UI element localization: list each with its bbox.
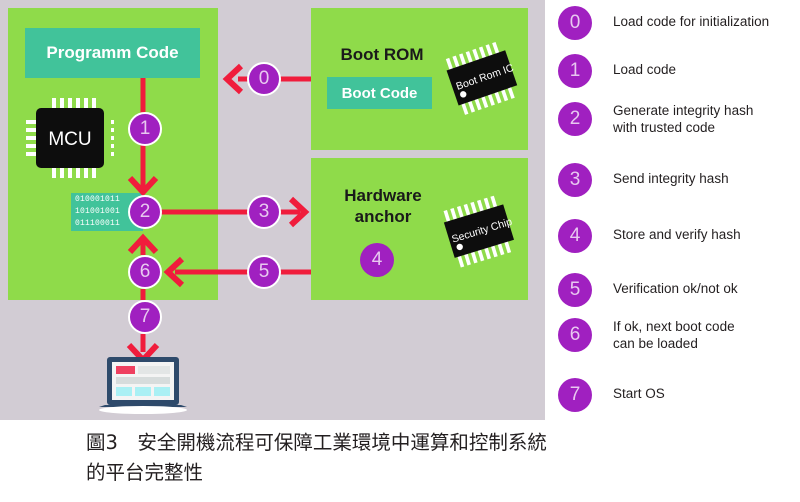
security-chip-icon: Security Chip — [435, 190, 527, 272]
flow-step-1[interactable]: 1 — [128, 112, 162, 146]
diagram-canvas: Programm Code MCU 010001011 101001001 01… — [0, 0, 545, 420]
legend-badge-5: 5 — [558, 273, 592, 307]
legend-item-4: 4 Store and verify hash — [558, 219, 800, 261]
screenshot-root: Programm Code MCU 010001011 101001001 01… — [0, 0, 800, 502]
legend-item-5: 5 Verification ok/not ok — [558, 273, 800, 315]
legend-panel: 0 Load code for initialization 1 Load co… — [545, 0, 800, 420]
legend-label-5: Verification ok/not ok — [613, 281, 738, 296]
flow-step-3[interactable]: 3 — [247, 195, 281, 229]
legend-badge-0: 0 — [558, 6, 592, 40]
flow-step-5[interactable]: 5 — [247, 255, 281, 289]
legend-label-7: Start OS — [613, 386, 665, 401]
legend-badge-3: 3 — [558, 163, 592, 197]
legend-badge-6: 6 — [558, 318, 592, 352]
legend-label-6: If ok, next boot code can be loaded — [613, 319, 735, 351]
laptop-icon — [97, 355, 189, 415]
flow-step-4[interactable]: 4 — [360, 243, 394, 277]
hardware-anchor-title-line2: anchor — [354, 207, 412, 226]
legend-item-1: 1 Load code — [558, 54, 800, 96]
legend-item-7: 7 Start OS — [558, 378, 800, 420]
figure-caption-line1: 圖3 安全開機流程可保障工業環境中運算和控制系統 — [86, 431, 547, 454]
legend-badge-4: 4 — [558, 219, 592, 253]
hardware-anchor-title-line1: Hardware — [344, 186, 422, 205]
legend-label-2: Generate integrity hash with trusted cod… — [613, 103, 754, 135]
flow-step-2[interactable]: 2 — [128, 195, 162, 229]
flow-step-0[interactable]: 0 — [247, 62, 281, 96]
flow-step-7[interactable]: 7 — [128, 300, 162, 334]
boot-rom-title: Boot ROM — [340, 45, 424, 64]
boot-rom-ic-chip-icon: Boot Rom IC — [440, 38, 526, 118]
svg-text:MCU: MCU — [48, 129, 91, 150]
legend-item-3: 3 Send integrity hash — [558, 163, 800, 205]
legend-item-6: 6 If ok, next boot code can be loaded — [558, 318, 800, 360]
figure-caption: 圖3 安全開機流程可保障工業環境中運算和控制系統 的平台完整性 — [86, 428, 786, 488]
flow-step-6[interactable]: 6 — [128, 255, 162, 289]
legend-badge-1: 1 — [558, 54, 592, 88]
legend-badge-7: 7 — [558, 378, 592, 412]
legend-label-3: Send integrity hash — [613, 171, 729, 186]
programm-code-block: Programm Code — [25, 28, 200, 78]
legend-badge-2: 2 — [558, 102, 592, 136]
legend-label-4: Store and verify hash — [613, 227, 741, 242]
hardware-anchor-title: Hardware anchor — [323, 185, 443, 227]
legend-item-2: 2 Generate integrity hash with trusted c… — [558, 102, 800, 144]
boot-code-block: Boot Code — [327, 77, 432, 109]
legend-item-0: 0 Load code for initialization — [558, 6, 800, 48]
figure-caption-line2: 的平台完整性 — [86, 461, 204, 484]
legend-label-1: Load code — [613, 62, 677, 77]
legend-label-0: Load code for initialization — [613, 14, 770, 29]
mcu-chip-icon: MCU — [26, 98, 114, 178]
